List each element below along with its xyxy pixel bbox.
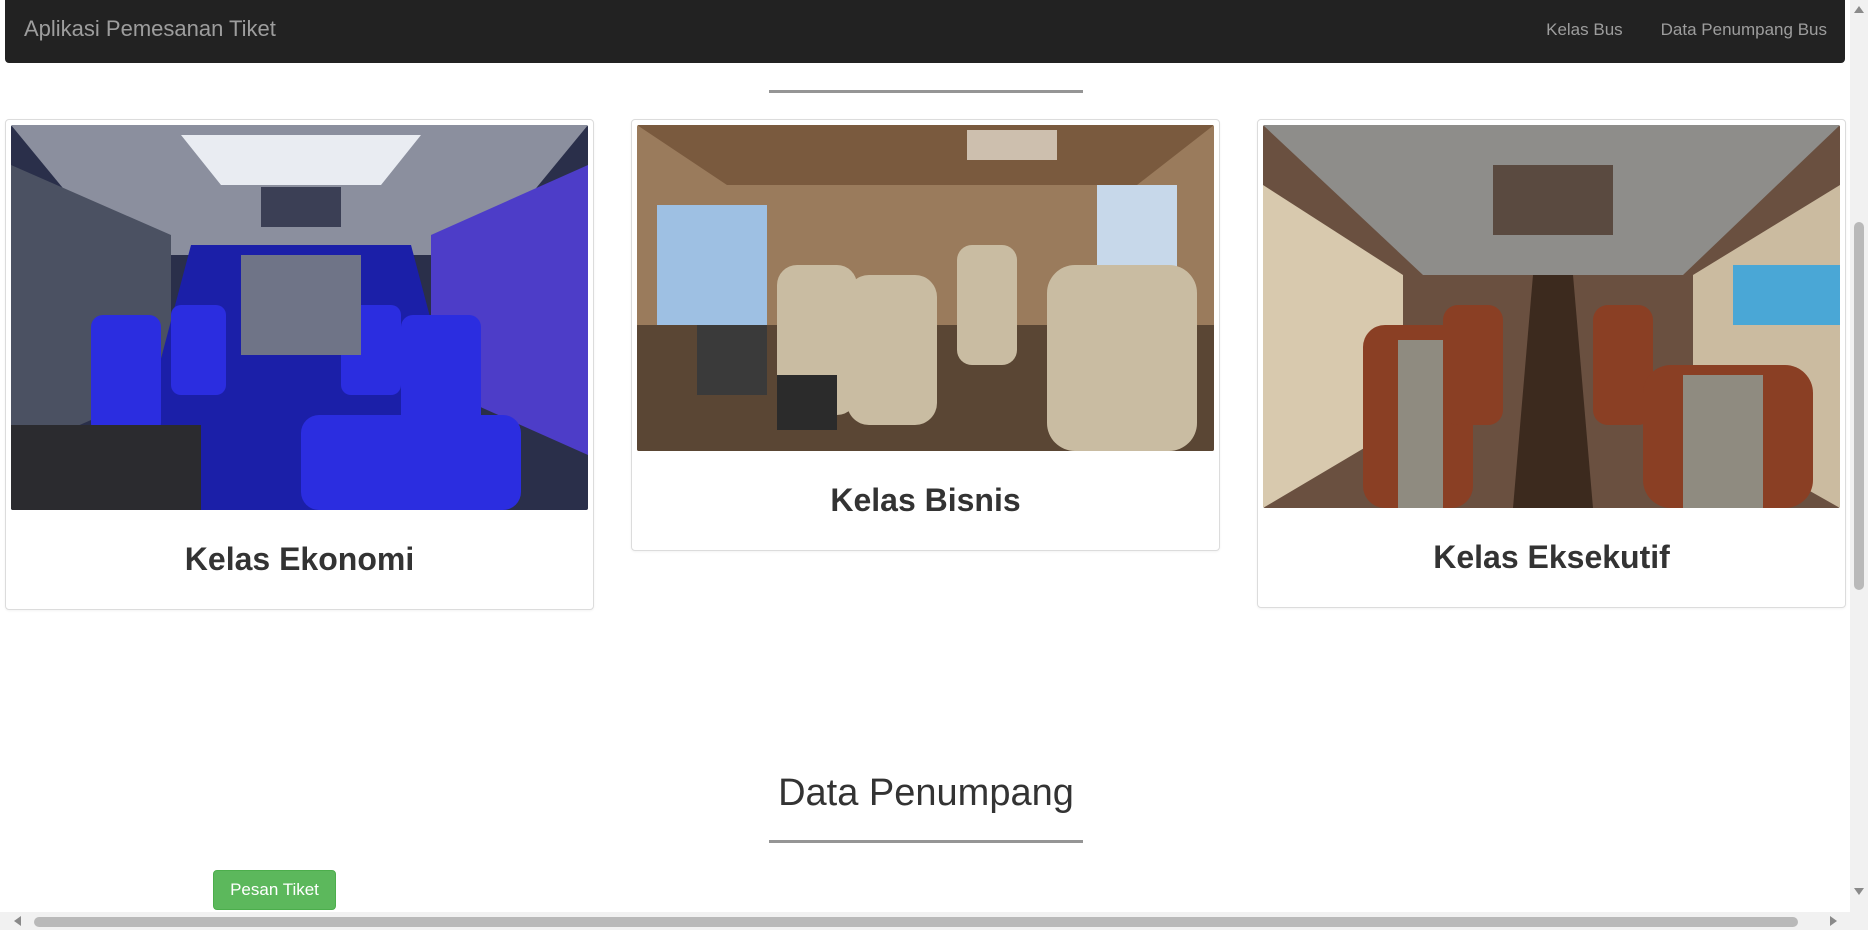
section-divider [769,90,1083,93]
horizontal-scroll-thumb[interactable] [34,917,1798,927]
scroll-down-icon[interactable] [1854,888,1864,895]
app-brand[interactable]: Aplikasi Pemesanan Tiket [24,16,276,42]
card-title-bisnis: Kelas Bisnis [830,482,1021,518]
nav-link-data-penumpang[interactable]: Data Penumpang Bus [1661,20,1827,40]
section-divider-penumpang [769,840,1083,843]
card-kelas-ekonomi[interactable]: Kelas Ekonomi [5,119,594,610]
bus-interior-brown-image [1263,125,1840,508]
card-title-ekonomi: Kelas Ekonomi [184,541,415,577]
navbar: Aplikasi Pemesanan Tiket Kelas Bus Data … [5,0,1845,63]
scroll-left-icon[interactable] [14,916,21,926]
section-title-data-penumpang: Data Penumpang [778,772,1074,814]
pesan-tiket-button[interactable]: Pesan Tiket [213,870,336,910]
bus-interior-leather-image [637,125,1214,451]
card-kelas-eksekutif[interactable]: Kelas Eksekutif [1257,119,1846,608]
bus-interior-blue-image [11,125,588,510]
scroll-right-icon[interactable] [1830,916,1837,926]
horizontal-scrollbar[interactable] [0,912,1868,930]
scroll-up-icon[interactable] [1854,6,1864,13]
vertical-scroll-thumb[interactable] [1854,222,1864,590]
card-title-eksekutif: Kelas Eksekutif [1433,539,1670,575]
card-kelas-bisnis[interactable]: Kelas Bisnis [631,119,1220,551]
nav-link-kelas-bus[interactable]: Kelas Bus [1546,20,1623,40]
nav-links: Kelas Bus Data Penumpang Bus [1546,20,1827,40]
vertical-scrollbar[interactable] [1850,0,1868,912]
